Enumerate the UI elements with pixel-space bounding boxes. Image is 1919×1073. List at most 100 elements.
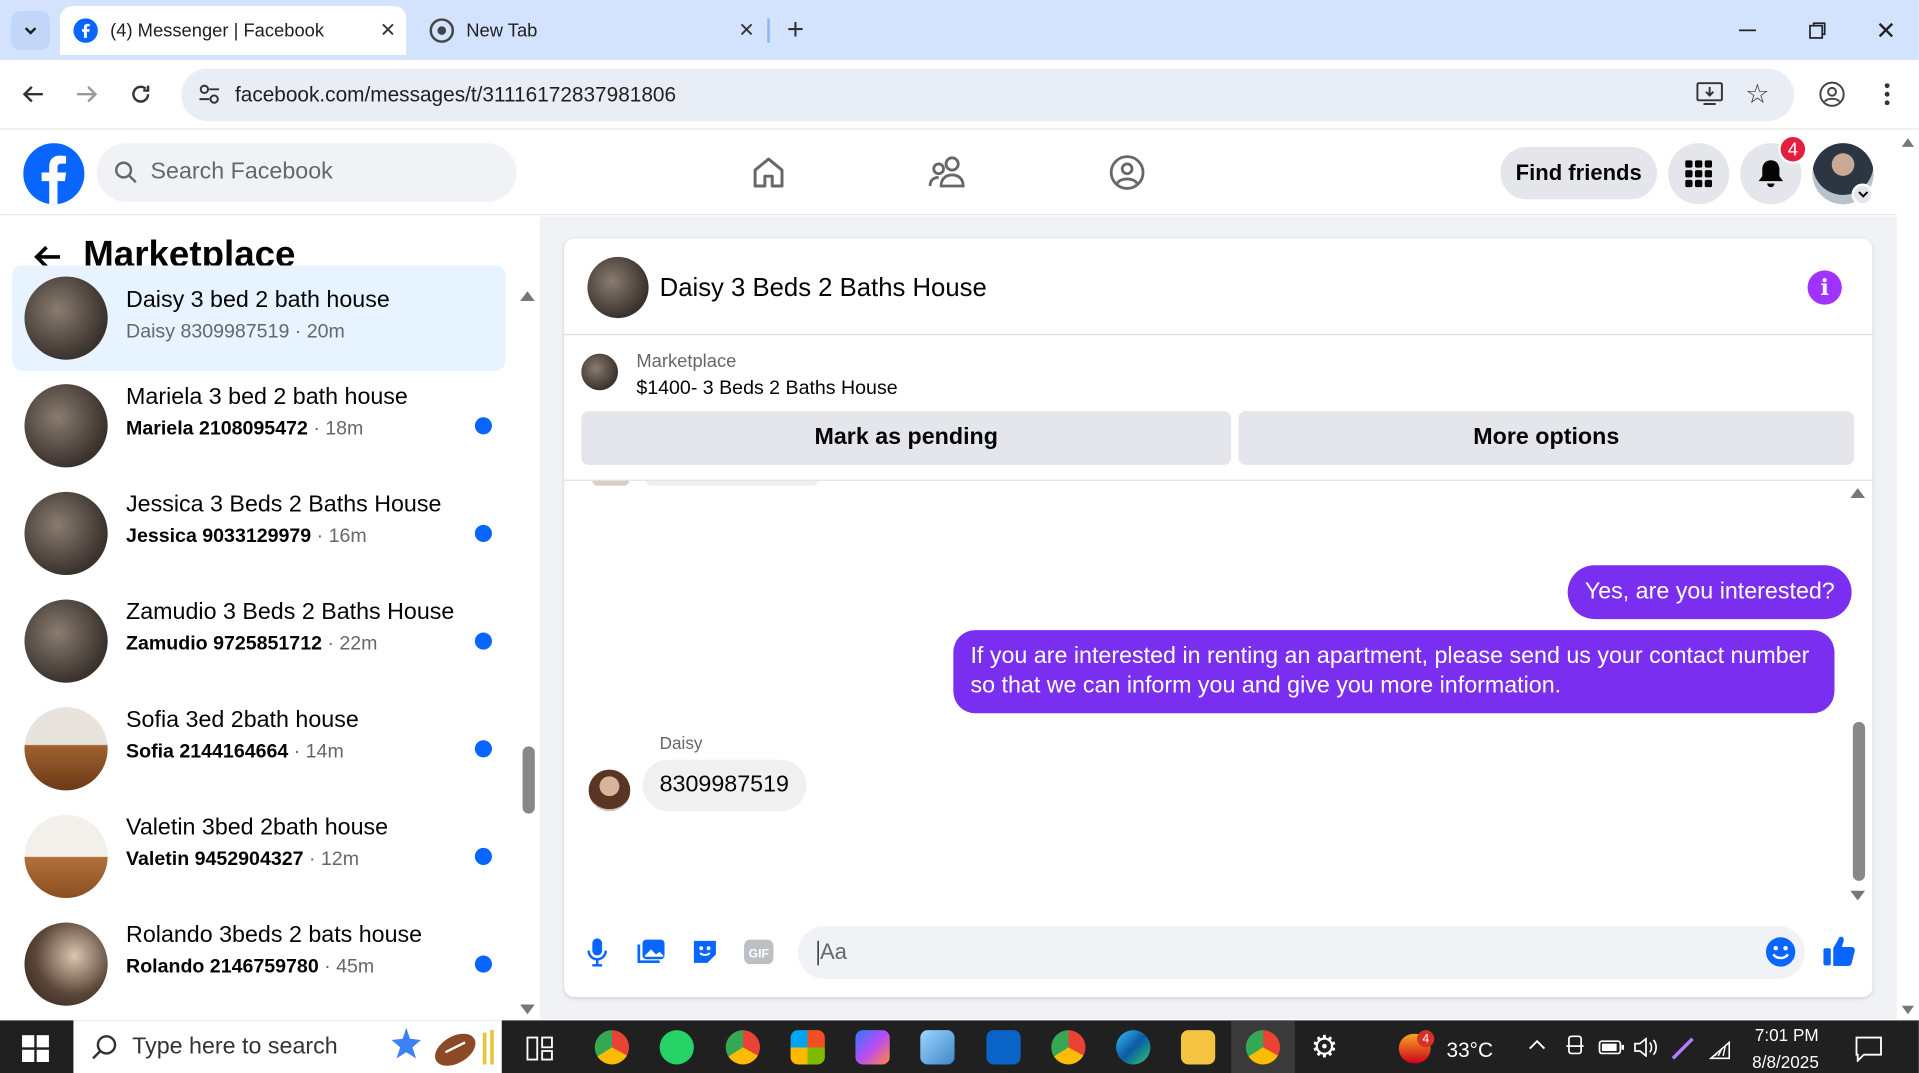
chat-scroll-down-icon[interactable] xyxy=(1850,890,1866,901)
conversation-preview: Sofia 2144164664 · 14m xyxy=(126,741,344,763)
close-window-icon[interactable]: ✕ xyxy=(1868,15,1905,47)
friends-nav-icon[interactable] xyxy=(923,149,972,195)
listing-thumbnail xyxy=(24,599,108,683)
sticker-icon[interactable] xyxy=(689,935,721,969)
tab-search-chevron-icon[interactable] xyxy=(11,11,51,51)
whatsapp-taskbar-icon[interactable] xyxy=(659,1030,694,1065)
microphone-icon[interactable] xyxy=(583,935,612,969)
chat-avatar[interactable] xyxy=(587,256,649,319)
chrome-active-taskbar-icon[interactable] xyxy=(1245,1030,1281,1065)
thumbs-up-icon[interactable] xyxy=(1821,932,1858,969)
back-arrow-icon[interactable] xyxy=(16,77,50,111)
mark-as-pending-button[interactable]: Mark as pending xyxy=(581,411,1232,465)
previous-avatar-fragment xyxy=(592,480,630,486)
unread-dot xyxy=(474,955,492,973)
conversation-item-sofia[interactable]: Sofia 3ed 2bath house Sofia 2144164664 ·… xyxy=(12,696,505,801)
clock-date[interactable]: 8/8/2025 xyxy=(1744,1052,1827,1072)
weather-badge: 4 xyxy=(1417,1030,1435,1048)
windows-start-icon[interactable] xyxy=(22,1035,49,1062)
conversation-title: Valetin 3bed 2bath house xyxy=(126,814,389,841)
outgoing-message[interactable]: Yes, are you interested? xyxy=(1567,565,1852,620)
more-options-button[interactable]: More options xyxy=(1238,411,1855,465)
chat-scrollbar-thumb[interactable] xyxy=(1852,721,1866,881)
tab-title: New Tab xyxy=(466,20,538,41)
conversation-item-mariela[interactable]: Mariela 3 bed 2 bath house Mariela 21080… xyxy=(12,373,505,478)
install-app-icon[interactable] xyxy=(1694,78,1726,110)
sidebar-scrollbar-thumb[interactable] xyxy=(522,746,535,814)
bookmark-star-icon[interactable]: ☆ xyxy=(1741,78,1773,110)
chrome-profile-taskbar-icon[interactable] xyxy=(725,1030,760,1065)
microsoft-store-taskbar-icon[interactable] xyxy=(790,1030,825,1065)
chat-title[interactable]: Daisy 3 Beds 2 Baths House xyxy=(660,274,987,303)
incoming-message[interactable]: 8309987519 xyxy=(642,759,807,812)
conversation-item-valetin[interactable]: Valetin 3bed 2bath house Valetin 9452904… xyxy=(12,804,505,909)
listing-title[interactable]: $1400- 3 Beds 2 Baths House xyxy=(636,378,897,400)
conversation-title: Zamudio 3 Beds 2 Baths House xyxy=(126,599,455,626)
message-input[interactable]: Aa xyxy=(797,926,1806,979)
notes-taskbar-icon[interactable] xyxy=(920,1030,955,1065)
unread-dot xyxy=(474,632,492,650)
conversation-preview: Zamudio 9725851712 · 22m xyxy=(126,633,378,655)
listing-thumbnail[interactable] xyxy=(581,353,619,391)
conversation-time: 20m xyxy=(306,321,345,343)
photo-attach-icon[interactable] xyxy=(635,935,667,969)
page-scroll-up-icon[interactable] xyxy=(1901,138,1915,147)
conversation-item-daisy[interactable]: Daisy 3 bed 2 bath house Daisy 830998751… xyxy=(12,265,506,371)
minimize-icon[interactable] xyxy=(1729,15,1766,47)
taskbar-search-box[interactable]: Type here to search xyxy=(73,1020,502,1073)
notification-center-icon[interactable] xyxy=(1854,1035,1883,1062)
restore-icon[interactable] xyxy=(1799,15,1836,47)
new-tab-plus-icon[interactable]: + xyxy=(780,12,812,49)
profile-icon[interactable] xyxy=(1816,78,1848,110)
tab-messenger[interactable]: (4) Messenger | Facebook ✕ xyxy=(59,6,407,56)
browser-menu-icon[interactable] xyxy=(1872,78,1901,110)
chrome-a-taskbar-icon[interactable] xyxy=(1051,1030,1086,1065)
copilot-taskbar-icon[interactable] xyxy=(855,1030,890,1065)
pen-icon[interactable] xyxy=(1669,1035,1696,1060)
scroll-up-arrow-icon[interactable] xyxy=(520,291,535,301)
account-chevron-icon[interactable] xyxy=(1851,183,1874,206)
conversation-item-zamudio[interactable]: Zamudio 3 Beds 2 Baths House Zamudio 972… xyxy=(12,589,505,694)
groups-nav-icon[interactable] xyxy=(1103,149,1152,195)
header-divider xyxy=(564,334,1873,336)
chat-scroll-up-icon[interactable] xyxy=(1850,488,1866,498)
chrome-favicon-icon xyxy=(429,18,455,43)
conversation-preview: Daisy 8309987519 · 20m xyxy=(126,321,345,343)
site-settings-icon[interactable] xyxy=(198,83,220,105)
outlook-taskbar-icon[interactable] xyxy=(986,1030,1021,1065)
menu-grid-icon[interactable] xyxy=(1668,143,1730,205)
address-bar[interactable]: facebook.com/messages/t/3111617283798180… xyxy=(181,68,1795,122)
battery-icon[interactable] xyxy=(1598,1040,1625,1055)
chrome-taskbar-icon[interactable] xyxy=(594,1030,630,1065)
close-tab-icon[interactable]: ✕ xyxy=(370,18,407,42)
task-view-icon[interactable] xyxy=(526,1036,553,1061)
gif-icon[interactable]: GIF xyxy=(742,935,776,969)
reload-icon[interactable] xyxy=(124,77,158,111)
edge-taskbar-icon[interactable] xyxy=(1116,1030,1151,1065)
clock-time[interactable]: 7:01 PM xyxy=(1750,1025,1823,1045)
facebook-logo-icon[interactable] xyxy=(23,143,85,205)
taskbar-search-placeholder: Type here to search xyxy=(132,1033,338,1059)
file-explorer-taskbar-icon[interactable] xyxy=(1180,1030,1216,1065)
emoji-icon[interactable] xyxy=(1763,935,1797,969)
settings-gear-icon[interactable]: ⚙ xyxy=(1311,1031,1338,1063)
hidden-icons-chevron-icon[interactable] xyxy=(1529,1039,1546,1051)
facebook-search-input[interactable]: Search Facebook xyxy=(96,143,517,202)
conversation-item-jessica[interactable]: Jessica 3 Beds 2 Baths House Jessica 903… xyxy=(12,481,505,586)
find-friends-button[interactable]: Find friends xyxy=(1500,146,1658,200)
wifi-icon[interactable] xyxy=(1707,1038,1734,1060)
outgoing-message[interactable]: If you are interested in renting an apar… xyxy=(953,630,1835,714)
scroll-down-arrow-icon[interactable] xyxy=(520,1004,535,1015)
tab-new-tab[interactable]: New Tab ✕ xyxy=(416,6,765,55)
conversation-info-icon[interactable]: i xyxy=(1807,270,1842,305)
listing-thumbnail xyxy=(24,707,108,791)
page-scroll-down-icon[interactable] xyxy=(1901,1005,1915,1015)
volume-icon[interactable] xyxy=(1634,1037,1658,1058)
conversation-item-rolando[interactable]: Rolando 3beds 2 bats house Rolando 21467… xyxy=(12,912,505,1017)
sender-avatar[interactable] xyxy=(588,769,631,812)
close-tab-icon[interactable]: ✕ xyxy=(728,18,765,42)
notifications-badge: 4 xyxy=(1778,134,1808,164)
forward-arrow-icon[interactable] xyxy=(70,77,104,111)
home-nav-icon[interactable] xyxy=(744,149,793,195)
device-icon[interactable] xyxy=(1565,1035,1585,1059)
